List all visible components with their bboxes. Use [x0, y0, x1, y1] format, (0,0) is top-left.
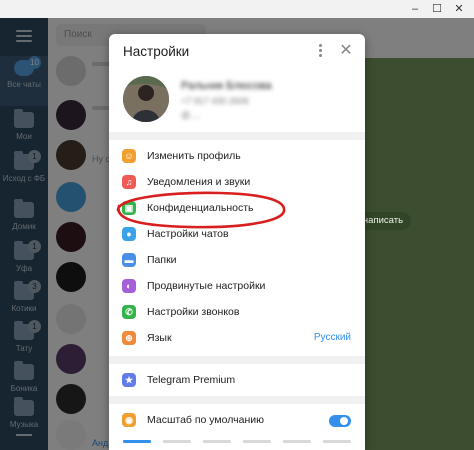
window-titlebar: – ☐ ✕ [0, 0, 474, 18]
call-settings-item[interactable]: ✆ Настройки звонков [109, 300, 365, 326]
item-label: Конфиденциальность [147, 202, 254, 214]
lock-icon: ▣ [122, 201, 136, 215]
edit-profile-item[interactable]: ☺ Изменить профиль [109, 144, 365, 170]
maximize-button[interactable]: ☐ [426, 1, 448, 17]
profile-username: @.... [181, 110, 201, 120]
profile-phone: +7 917 430 2606 [181, 96, 249, 106]
telegram-premium-item[interactable]: ★ Telegram Premium [109, 368, 365, 394]
settings-dialog: Настройки ✕ Ральник Блюсова +7 917 430 2… [109, 34, 365, 450]
item-label: Telegram Premium [147, 374, 236, 386]
close-icon[interactable]: ✕ [337, 41, 355, 61]
item-label: Масштаб по умолчанию [147, 414, 264, 426]
section-divider [109, 132, 365, 140]
privacy-item[interactable]: ▣ Конфиденциальность [109, 196, 365, 222]
notifications-item[interactable]: ♫ Уведомления и звуки [109, 170, 365, 196]
phone-icon: ✆ [122, 305, 136, 319]
kebab-menu-icon[interactable] [318, 44, 324, 60]
language-value: Русский [313, 332, 351, 343]
default-scale-item[interactable]: ◉ Масштаб по умолчанию [109, 408, 365, 434]
item-label: Уведомления и звуки [147, 176, 251, 188]
dialog-title: Настройки [123, 44, 190, 59]
item-label: Настройки звонков [147, 306, 240, 318]
chat-bubble-icon: ● [122, 227, 136, 241]
language-item[interactable]: ⊕ Язык Русский [109, 326, 365, 352]
minimize-button[interactable]: – [404, 1, 426, 17]
eye-icon: ◉ [122, 413, 136, 427]
item-label: Продвинутые настройки [147, 280, 266, 292]
star-icon: ★ [122, 373, 136, 387]
item-label: Изменить профиль [147, 150, 241, 162]
folders-item[interactable]: ▬ Папки [109, 248, 365, 274]
section-divider [109, 356, 365, 364]
section-divider [109, 396, 365, 404]
chat-settings-item[interactable]: ● Настройки чатов [109, 222, 365, 248]
profile-icon: ☺ [122, 149, 136, 163]
bell-icon: ♫ [122, 175, 136, 189]
default-scale-toggle[interactable] [329, 415, 351, 427]
item-label: Настройки чатов [147, 228, 229, 240]
profile-avatar[interactable] [123, 76, 169, 122]
advanced-settings-item[interactable]: ◐ Продвинутые настройки [109, 274, 365, 300]
folder-icon: ▬ [122, 253, 136, 267]
item-label: Папки [147, 254, 177, 266]
item-label: Язык [147, 332, 172, 344]
advanced-icon: ◐ [122, 279, 136, 293]
close-window-button[interactable]: ✕ [448, 1, 470, 17]
globe-icon: ⊕ [122, 331, 136, 345]
scale-slider[interactable] [123, 440, 351, 443]
profile-name: Ральник Блюсова [181, 80, 272, 92]
